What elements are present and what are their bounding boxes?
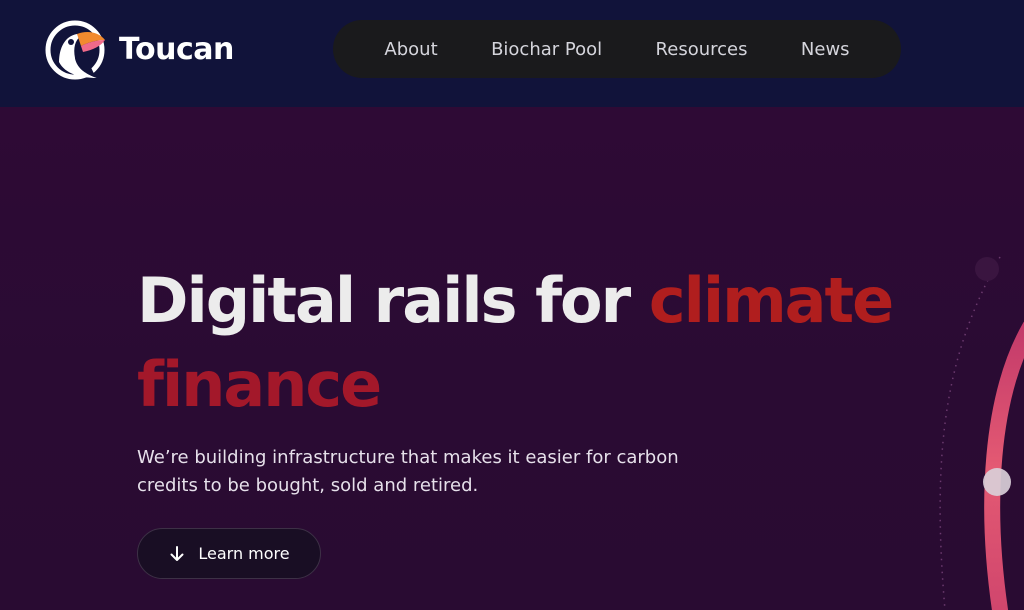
- site-header: Toucan About Biochar Pool Resources News: [0, 0, 1024, 107]
- orbit-dot-white: [983, 468, 1011, 496]
- headline-text: Digital rails for: [137, 264, 649, 337]
- headline-accent-climate: climate: [648, 264, 894, 337]
- toucan-logo-icon: [45, 20, 105, 80]
- brand-name: Toucan: [119, 32, 234, 67]
- nav-item-resources[interactable]: Resources: [642, 31, 762, 68]
- learn-more-label: Learn more: [198, 544, 290, 563]
- hero-section: Digital rails for climate finance We’re …: [0, 107, 1024, 610]
- nav-item-biochar-pool[interactable]: Biochar Pool: [477, 31, 616, 68]
- learn-more-button[interactable]: Learn more: [137, 528, 321, 579]
- hero-headline: Digital rails for climate finance: [137, 259, 897, 427]
- dotted-orbit-arc: [939, 256, 1001, 610]
- pink-ring-arc: [984, 321, 1024, 610]
- hero-subtitle: We’re building infrastructure that makes…: [137, 447, 679, 496]
- nav-item-news[interactable]: News: [787, 31, 864, 68]
- arrow-down-icon: [170, 545, 184, 561]
- main-nav: About Biochar Pool Resources News: [333, 20, 901, 78]
- nav-item-about[interactable]: About: [370, 31, 451, 68]
- orbit-dot-top: [975, 257, 999, 281]
- brand-logo-link[interactable]: Toucan: [45, 18, 234, 82]
- headline-accent-finance: finance: [137, 348, 382, 421]
